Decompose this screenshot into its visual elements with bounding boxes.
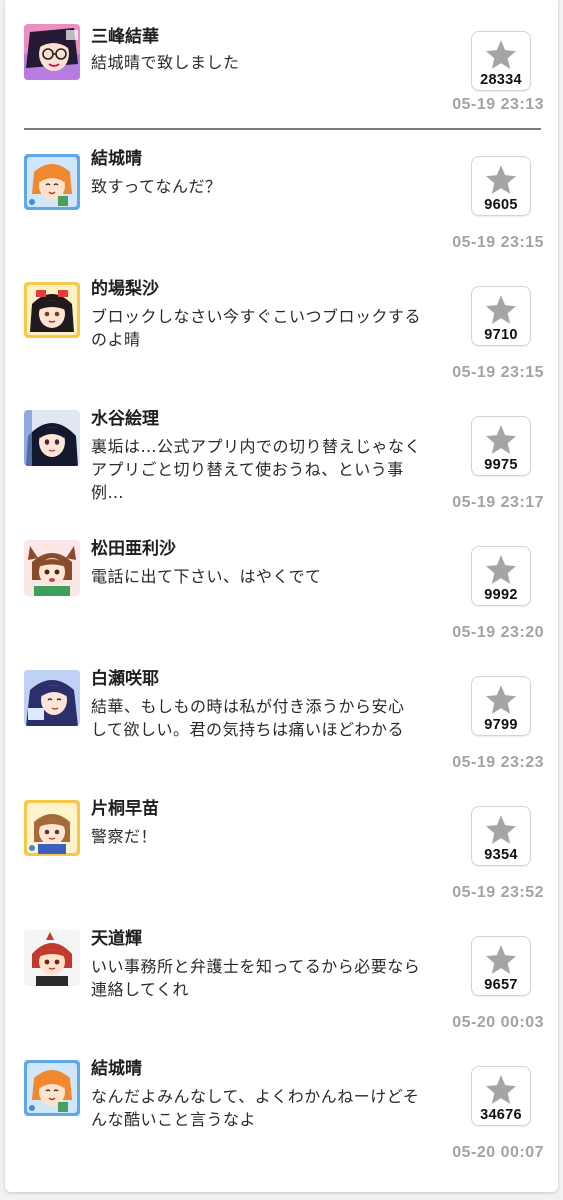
star-icon: [485, 1075, 517, 1104]
comment-text: 致すってなんだ？: [91, 177, 222, 196]
avatar[interactable]: [24, 282, 80, 338]
avatar[interactable]: [24, 800, 80, 856]
avatar[interactable]: [24, 670, 80, 726]
comment-text: ブロックしなさい今すぐこいつブロックするのよ晴: [91, 307, 422, 349]
star-icon: [485, 555, 517, 584]
like-button[interactable]: 9975: [471, 416, 531, 476]
author-name[interactable]: 結城晴: [91, 148, 142, 170]
star-icon: [485, 945, 517, 974]
comment-card: 三峰結華 結城晴で致しました 28334 05-19 23:13 結城晴 致すっ…: [5, 0, 558, 1192]
like-button[interactable]: 28334: [471, 31, 531, 91]
timestamp: 05-19 23:15: [452, 364, 544, 381]
like-count: 9975: [484, 457, 518, 473]
comment-text: 結華、もしもの時は私が付き添うから安心して欲しい。君の気持ちは痛いほどわかる: [91, 697, 405, 739]
like-count: 34676: [480, 1107, 522, 1123]
like-count: 9354: [484, 847, 518, 863]
like-button[interactable]: 9657: [471, 936, 531, 996]
like-count: 9799: [484, 717, 518, 733]
comment-text: いい事務所と弁護士を知ってるから必要なら連絡してくれ: [91, 957, 421, 999]
comment-text: なんだよみんなして、よくわかんねーけどそんな酷いこと言うなよ: [91, 1087, 420, 1129]
comment-text: 裏垢は…公式アプリ内での切り替えじゃなくアプリごと切り替えて使おうね、という事例…: [91, 437, 422, 502]
like-button[interactable]: 9710: [471, 286, 531, 346]
like-count: 9657: [484, 977, 518, 993]
like-count: 9605: [484, 197, 518, 213]
like-count: 28334: [480, 72, 522, 88]
like-button[interactable]: 9992: [471, 546, 531, 606]
like-count: 9992: [484, 587, 518, 603]
author-name[interactable]: 水谷絵理: [91, 408, 159, 430]
timestamp: 05-20 00:07: [452, 1144, 544, 1161]
author-name[interactable]: 天道輝: [91, 928, 142, 950]
author-name[interactable]: 片桐早苗: [91, 798, 159, 820]
timestamp: 05-19 23:13: [452, 96, 544, 113]
divider: [24, 128, 541, 130]
avatar[interactable]: [24, 1060, 80, 1116]
timestamp: 05-19 23:17: [452, 494, 544, 511]
star-icon: [485, 165, 517, 194]
comment-text: 結城晴で致しました: [91, 53, 240, 72]
star-icon: [485, 425, 517, 454]
author-name[interactable]: 三峰結華: [91, 26, 159, 48]
like-button[interactable]: 34676: [471, 1066, 531, 1126]
avatar[interactable]: [24, 154, 80, 210]
timestamp: 05-19 23:52: [452, 884, 544, 901]
star-icon: [485, 40, 517, 69]
like-count: 9710: [484, 327, 518, 343]
author-name[interactable]: 的場梨沙: [91, 278, 159, 300]
timestamp: 05-19 23:23: [452, 754, 544, 771]
timestamp: 05-20 00:03: [452, 1014, 544, 1031]
timestamp: 05-19 23:15: [452, 234, 544, 251]
avatar[interactable]: [24, 930, 80, 986]
star-icon: [485, 685, 517, 714]
star-icon: [485, 815, 517, 844]
author-name[interactable]: 結城晴: [91, 1058, 142, 1080]
avatar[interactable]: [24, 24, 80, 80]
avatar[interactable]: [24, 410, 80, 466]
avatar[interactable]: [24, 540, 80, 596]
star-icon: [485, 295, 517, 324]
comment-text: 警察だ！: [91, 827, 158, 846]
like-button[interactable]: 9605: [471, 156, 531, 216]
author-name[interactable]: 松田亜利沙: [91, 538, 176, 560]
author-name[interactable]: 白瀬咲耶: [91, 668, 159, 690]
like-button[interactable]: 9799: [471, 676, 531, 736]
comment-text: 電話に出て下さい、はやくでて: [91, 567, 322, 586]
timestamp: 05-19 23:20: [452, 624, 544, 641]
like-button[interactable]: 9354: [471, 806, 531, 866]
